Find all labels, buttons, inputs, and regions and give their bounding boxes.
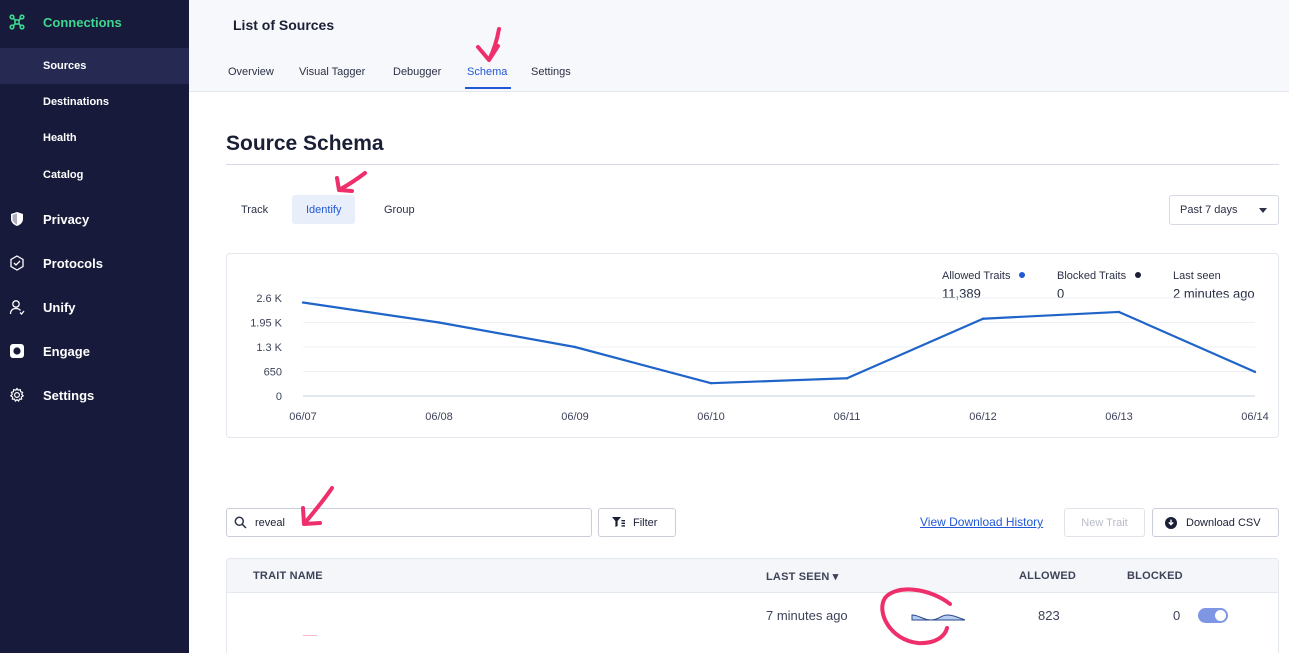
traits-line-chart: 2.6 K 1.95 K 1.3 K 650 0 06/07 06/08 06/09 06/10… bbox=[250, 293, 1269, 423]
x-tick-label: 06/13 bbox=[1105, 411, 1133, 423]
sidebar: Connections Sources Destinations Health … bbox=[0, 0, 189, 653]
download-icon bbox=[1165, 516, 1177, 529]
row-sparkline bbox=[911, 614, 966, 621]
shield-icon bbox=[8, 210, 26, 228]
filter-icon bbox=[612, 517, 625, 528]
chart-card: Allowed Traits 11,389 Blocked Traits 0 L… bbox=[226, 253, 1279, 438]
x-tick-label: 06/09 bbox=[561, 411, 589, 423]
row-allowed: 823 bbox=[1038, 608, 1060, 623]
nav-protocols-label: Protocols bbox=[43, 255, 103, 271]
nav-settings-label: Settings bbox=[43, 387, 95, 403]
filter-button[interactable]: Filter bbox=[598, 508, 676, 537]
col-allowed: ALLOWED bbox=[1019, 570, 1077, 582]
data-point[interactable] bbox=[301, 301, 305, 304]
data-point[interactable] bbox=[573, 345, 577, 349]
data-point[interactable] bbox=[981, 317, 985, 320]
data-point[interactable] bbox=[1117, 310, 1121, 314]
nav-protocols[interactable]: Protocols bbox=[0, 243, 189, 283]
connections-icon bbox=[8, 13, 26, 31]
download-csv-label: Download CSV bbox=[1186, 516, 1261, 529]
nav-destinations-label: Destinations bbox=[43, 96, 110, 108]
active-tab-indicator bbox=[465, 87, 511, 89]
view-download-history-link[interactable]: View Download History bbox=[920, 515, 1043, 529]
page-title: Source Schema bbox=[226, 132, 384, 155]
tab-schema[interactable]: Schema bbox=[467, 66, 507, 78]
nav-catalog-label: Catalog bbox=[43, 169, 84, 181]
page-header: List of Sources bbox=[189, 0, 1289, 92]
tab-settings[interactable]: Settings bbox=[531, 66, 571, 78]
nav-privacy-label: Privacy bbox=[43, 211, 90, 227]
x-tick-label: 06/14 bbox=[1241, 411, 1269, 423]
nav-sources-label: Sources bbox=[43, 60, 87, 72]
row-allow-toggle[interactable] bbox=[1198, 608, 1228, 623]
search-box[interactable] bbox=[226, 508, 592, 537]
title-divider bbox=[226, 164, 1279, 165]
x-tick-label: 06/12 bbox=[969, 411, 997, 423]
nav-engage-label: Engage bbox=[43, 343, 90, 359]
y-tick-label: 1.3 K bbox=[256, 342, 282, 354]
subtab-identify[interactable]: Identify bbox=[292, 195, 356, 224]
col-trait-name[interactable]: TRAIT NAME bbox=[253, 570, 323, 582]
table-header: TRAIT NAME LAST SEEN ▾ ALLOWED BLOCKED bbox=[226, 558, 1279, 593]
y-tick-label: 2.6 K bbox=[256, 293, 282, 305]
data-point[interactable] bbox=[1253, 370, 1257, 374]
search-icon bbox=[234, 516, 247, 534]
date-range-select[interactable]: Past 7 days bbox=[1169, 195, 1279, 225]
filter-label: Filter bbox=[633, 516, 658, 529]
download-csv-button[interactable]: Download CSV bbox=[1152, 508, 1279, 537]
x-tick-label: 06/08 bbox=[425, 411, 453, 423]
trait-name-redacted bbox=[303, 635, 317, 636]
nav-settings[interactable]: Settings bbox=[0, 375, 189, 415]
x-tick-label: 06/11 bbox=[834, 411, 861, 423]
nav-destinations[interactable]: Destinations bbox=[0, 84, 189, 120]
nav-connections-label: Connections bbox=[43, 14, 122, 30]
nav-catalog[interactable]: Catalog bbox=[0, 157, 189, 193]
nav-health-label: Health bbox=[43, 132, 77, 144]
row-blocked: 0 bbox=[1173, 608, 1181, 623]
gear-icon bbox=[8, 386, 26, 404]
tab-overview[interactable]: Overview bbox=[228, 66, 274, 78]
new-trait-button[interactable]: New Trait bbox=[1064, 508, 1145, 537]
data-point[interactable] bbox=[845, 377, 849, 380]
tab-visual-tagger[interactable]: Visual Tagger bbox=[299, 66, 365, 78]
nav-connections[interactable]: Connections bbox=[0, 2, 189, 42]
x-tick-label: 06/07 bbox=[289, 411, 317, 423]
nav-unify-label: Unify bbox=[43, 299, 76, 315]
nav-sources[interactable]: Sources bbox=[0, 48, 189, 84]
y-tick-label: 650 bbox=[264, 367, 282, 379]
protocols-icon bbox=[8, 254, 26, 272]
subtab-group[interactable]: Group bbox=[370, 195, 429, 224]
toggle-knob bbox=[1215, 610, 1226, 621]
subtab-track[interactable]: Track bbox=[227, 195, 282, 224]
nav-unify[interactable]: Unify bbox=[0, 287, 189, 327]
row-last-seen: 7 minutes ago bbox=[766, 608, 848, 623]
user-icon bbox=[8, 298, 26, 316]
annotation-arrow-identify bbox=[335, 171, 367, 193]
data-point[interactable] bbox=[437, 321, 441, 324]
search-input[interactable] bbox=[255, 514, 575, 532]
y-tick-label: 1.95 K bbox=[250, 318, 282, 330]
engage-icon bbox=[8, 342, 26, 360]
col-blocked: BLOCKED bbox=[1127, 570, 1183, 582]
data-point[interactable] bbox=[709, 381, 713, 385]
nav-engage[interactable]: Engage bbox=[0, 331, 189, 371]
col-last-seen[interactable]: LAST SEEN ▾ bbox=[766, 570, 839, 583]
date-range-value: Past 7 days bbox=[1180, 204, 1238, 216]
y-tick-label: 0 bbox=[276, 391, 282, 403]
x-tick-label: 06/10 bbox=[697, 411, 725, 423]
breadcrumb-title: List of Sources bbox=[233, 17, 335, 33]
nav-health[interactable]: Health bbox=[0, 120, 189, 156]
chevron-down-icon bbox=[1259, 208, 1267, 213]
tab-debugger[interactable]: Debugger bbox=[393, 66, 441, 78]
table-row[interactable]: 7 minutes ago 823 0 bbox=[226, 593, 1279, 653]
nav-privacy[interactable]: Privacy bbox=[0, 199, 189, 239]
